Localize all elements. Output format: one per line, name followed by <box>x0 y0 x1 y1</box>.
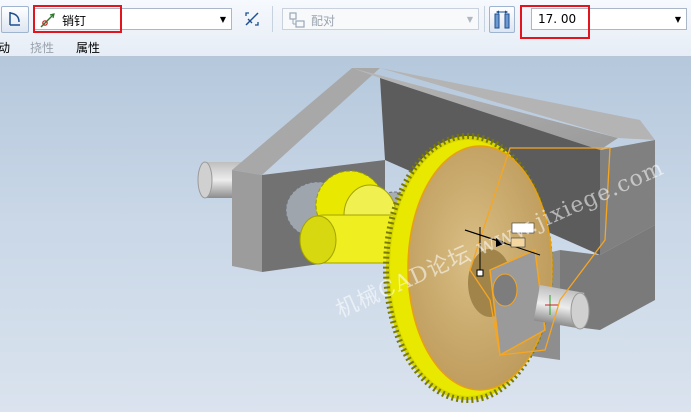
tab-flexibility[interactable]: 挠性 <box>30 39 54 56</box>
align-icon <box>288 11 306 29</box>
constraint-type-value: 配对 <box>311 14 336 28</box>
assembly-toolbar: 销钉 ▼ 配对 ▼ 17. 00 ▼ 动 挠性 属性 <box>0 0 691 57</box>
chevron-down-icon[interactable]: ▼ <box>462 9 478 29</box>
offset-value-highlight <box>520 5 590 39</box>
flip-button[interactable] <box>240 8 264 30</box>
offset-type-button[interactable] <box>489 6 515 33</box>
tab-properties[interactable]: 属性 <box>76 39 100 56</box>
toolbar-separator <box>272 6 273 32</box>
toolbar-separator <box>484 6 485 32</box>
tab-placement[interactable]: 动 <box>0 39 10 56</box>
flip-icon <box>243 10 261 28</box>
assembly-model[interactable] <box>0 57 691 412</box>
connection-type-highlight <box>33 5 122 33</box>
chevron-down-icon[interactable]: ▼ <box>670 9 686 29</box>
model-viewport[interactable]: 机械CAD论坛 www.jixiege.com <box>0 57 691 412</box>
offset-icon <box>493 10 511 30</box>
chevron-down-icon[interactable]: ▼ <box>215 9 231 29</box>
constraint-type-select[interactable]: 配对 ▼ <box>282 8 479 30</box>
user-defined-icon <box>6 10 24 28</box>
user-defined-button[interactable] <box>1 6 29 33</box>
